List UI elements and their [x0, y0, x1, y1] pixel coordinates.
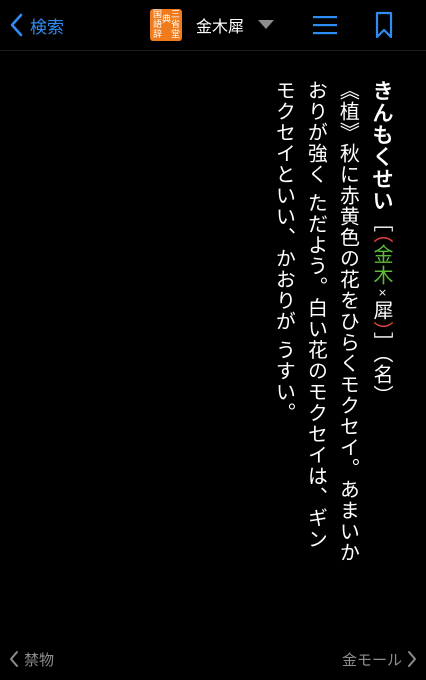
- dictionary-title-selector[interactable]: 国 語 辞 典 三 省 堂 金木犀: [150, 8, 275, 42]
- bracket-close: ］: [370, 332, 394, 353]
- part-of-speech: （名）: [370, 353, 394, 406]
- chevron-left-icon: [10, 651, 18, 667]
- top-navigation-bar: 検索 国 語 辞 典 三 省 堂 金木犀: [0, 0, 426, 51]
- previous-entry-link[interactable]: 禁物: [8, 646, 54, 672]
- dictionary-entry-content: きんもくせい［（金木×犀）］（名） 《植》秋に赤黄色の花をひらくモクセイ。あまい…: [0, 50, 426, 640]
- back-button[interactable]: 検索: [8, 11, 64, 39]
- bracket-open: ［: [370, 212, 394, 233]
- hamburger-menu-icon[interactable]: [313, 14, 337, 36]
- paren-open: （: [370, 233, 394, 244]
- logo-glyph: 国: [153, 10, 163, 20]
- logo-glyph: 堂: [171, 30, 181, 40]
- logo-glyph: 三: [171, 10, 181, 20]
- kanji-moku: 木: [370, 265, 394, 286]
- entry-heading-line: きんもくせい［（金木×犀）］（名）: [364, 80, 398, 670]
- chevron-left-icon: [10, 13, 23, 37]
- caret-down-icon: [258, 20, 275, 29]
- paren-close: ）: [370, 321, 394, 332]
- back-label: 検索: [30, 17, 64, 38]
- bookmark-icon[interactable]: [374, 11, 394, 39]
- next-entry-link[interactable]: 金モール: [342, 646, 418, 672]
- entry-headword: きんもくせい: [370, 80, 394, 212]
- entry-vertical-text: きんもくせい［（金木×犀）］（名） 《植》秋に赤黄色の花をひらくモクセイ。あまい…: [268, 80, 398, 670]
- definition-line: 《植》秋に赤黄色の花をひらくモクセイ。あまいか: [336, 80, 361, 563]
- entry-title: 金木犀: [196, 17, 245, 36]
- next-entry-label: 金モール: [341, 650, 402, 669]
- definition-line: おりが強く ただよう。白い花のモクセイは、ギン: [304, 80, 329, 550]
- chevron-right-icon: [408, 651, 416, 667]
- logo-glyph: 省: [171, 20, 181, 30]
- non-joyo-mark: ×: [376, 286, 389, 300]
- previous-entry-label: 禁物: [24, 650, 55, 669]
- bottom-navigation-bar: 禁物 金モール: [0, 640, 426, 680]
- logo-glyph: 典: [162, 15, 172, 25]
- kanji-sei: 犀: [370, 300, 394, 321]
- logo-glyph: 辞: [153, 30, 163, 40]
- kanji-kin: 金: [370, 244, 394, 265]
- logo-glyph: 語: [153, 20, 163, 30]
- definition-line: モクセイといい、かおりが うすい。: [272, 80, 297, 424]
- dictionary-logo: 国 語 辞 典 三 省 堂: [150, 9, 182, 41]
